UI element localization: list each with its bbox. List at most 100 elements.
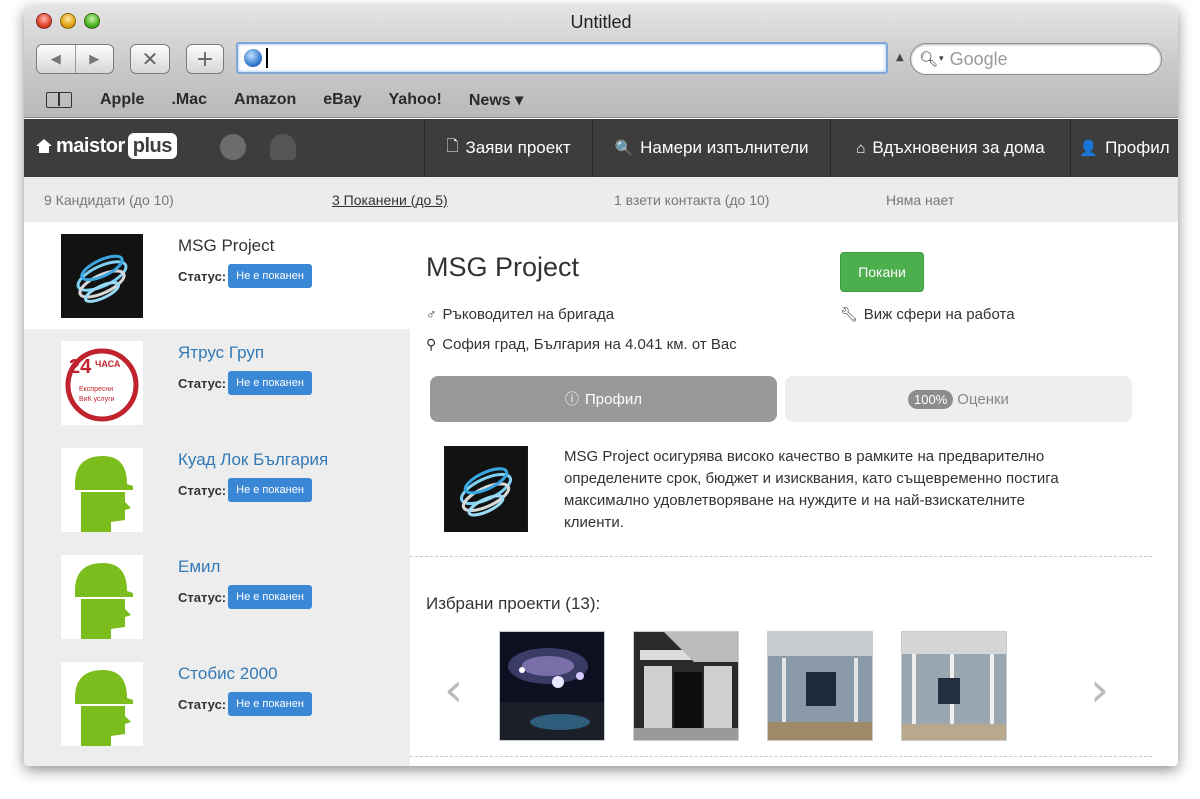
candidate-name[interactable]: Куад Лок България: [178, 450, 328, 470]
ratings-percent-badge: 100%: [908, 389, 954, 409]
nav-profile[interactable]: 👤 Профил: [1070, 119, 1178, 177]
candidate-item[interactable]: MSG Project Статус: Не е поканен: [24, 222, 410, 329]
site-navbar: maistor plus 🗋 Заяви проект 🔍 Намери изп…: [24, 119, 1178, 177]
candidate-item[interactable]: 24 ЧАСА Експресни ВиК услуги Ятрус Груп …: [24, 329, 410, 436]
worker-placeholder-icon: [61, 555, 143, 639]
project-thumbnail[interactable]: [767, 631, 873, 741]
candidate-list: MSG Project Статус: Не е поканен 24 ЧАСА…: [24, 222, 410, 766]
candidate-name[interactable]: MSG Project: [178, 236, 274, 256]
invite-button[interactable]: Покани: [840, 252, 924, 292]
bookmark-news[interactable]: News ▾: [469, 90, 523, 110]
address-bar[interactable]: [236, 42, 888, 74]
project-photo-1: [500, 632, 604, 740]
spheres-text: Виж сфери на работа: [863, 306, 1015, 323]
stat-invited[interactable]: 3 Поканени (до 5): [332, 192, 448, 208]
globe-icon: [244, 49, 262, 67]
browser-window: Untitled ◀ ▶ ✕ + ▲ 🔍︎ ▾ Google Apple .Ma…: [24, 6, 1178, 766]
project-thumbnail[interactable]: [499, 631, 605, 741]
search-menu-icon[interactable]: ▾: [939, 54, 944, 64]
nav-label: Вдъхновения за дома: [872, 138, 1045, 157]
candidate-status: Статус: Не е поканен: [178, 692, 312, 716]
worker-placeholder-icon: [61, 448, 143, 532]
role-text: Ръководител на бригада: [442, 306, 615, 323]
candidate-item[interactable]: Емил Статус: Не е поканен: [24, 543, 410, 650]
stop-button[interactable]: ✕: [130, 44, 170, 74]
worker-placeholder-icon: [61, 662, 143, 746]
candidate-status: Статус: Не е поканен: [178, 371, 312, 395]
status-label: Статус:: [178, 375, 227, 391]
description-logo: [444, 446, 528, 532]
logo24-number: 24: [69, 356, 92, 378]
add-bookmark-button[interactable]: +: [186, 44, 224, 74]
project-thumbnail[interactable]: [901, 631, 1007, 741]
nav-label: Профил: [1105, 138, 1170, 157]
forward-button[interactable]: ▶: [76, 52, 114, 67]
logo24-word: ЧАСА: [95, 359, 121, 369]
candidate-logo: [61, 662, 143, 746]
bookmark-mac[interactable]: .Mac: [171, 91, 207, 109]
projects-title: Избрани проекти (13):: [426, 594, 601, 613]
male-icon: ♂: [426, 306, 437, 322]
status-label: Статус:: [178, 268, 227, 284]
search-placeholder: Google: [949, 48, 1008, 69]
candidate-name[interactable]: Емил: [178, 557, 220, 577]
nav-post-project[interactable]: 🗋 Заяви проект: [424, 119, 592, 177]
project-thumbnail[interactable]: [633, 631, 739, 741]
candidate-logo: 24 ЧАСА Експресни ВиК услуги: [61, 341, 143, 425]
candidate-item[interactable]: Стобис 2000 Статус: Не е поканен: [24, 650, 410, 757]
detail-location: ⚲ София град, България на 4.041 км. от Ва…: [426, 336, 737, 353]
stat-contacts[interactable]: 1 взети контакта (до 10): [614, 192, 769, 208]
search-field[interactable]: 🔍︎ ▾ Google: [910, 43, 1162, 75]
nav-home-inspiration[interactable]: ⌂ Вдъхновения за дома: [830, 119, 1070, 177]
snapback-arrow-icon[interactable]: ▲: [896, 52, 904, 63]
back-button[interactable]: ◀: [37, 52, 75, 67]
site-logo[interactable]: maistor plus: [36, 133, 177, 159]
candidate-item[interactable]: Куад Лок България Статус: Не е поканен: [24, 436, 410, 543]
divider: [410, 756, 1152, 757]
carousel-next-arrow[interactable]: ›: [1090, 666, 1109, 714]
bookmarks-book-icon[interactable]: [46, 92, 72, 108]
tab-profile[interactable]: ⓘ Профил: [430, 376, 777, 422]
bookmark-ebay[interactable]: eBay: [323, 91, 361, 109]
nav-find-contractors[interactable]: 🔍 Намери изпълнители: [592, 119, 830, 177]
24h-logo-icon: 24 ЧАСА Експресни ВиК услуги: [61, 341, 143, 425]
status-badge: Не е поканен: [228, 264, 312, 288]
candidate-detail: MSG Project Покани ♂ Ръководител на брига…: [410, 222, 1152, 766]
status-badge: Не е поканен: [228, 478, 312, 502]
candidate-status: Статус: Не е поканен: [178, 585, 312, 609]
nav-label: Заяви проект: [465, 138, 571, 157]
candidate-logo: [61, 234, 143, 318]
candidate-name[interactable]: Стобис 2000: [178, 664, 278, 684]
project-photo-3: [768, 632, 872, 740]
location-text: София град, България на 4.041 км. от Вас: [442, 336, 737, 353]
client-icon[interactable]: [220, 134, 246, 160]
worker-helmet-icon[interactable]: [270, 134, 296, 160]
detail-role: ♂ Ръководител на бригада: [426, 306, 614, 323]
status-label: Статус:: [178, 589, 227, 605]
candidate-status: Статус: Не е поканен: [178, 478, 312, 502]
wrench-icon: 🔧︎: [840, 306, 858, 322]
back-forward-buttons: ◀ ▶: [36, 44, 114, 74]
stats-bar: 9 Кандидати (до 10) 3 Поканени (до 5) 1 …: [24, 177, 1178, 222]
text-cursor: [266, 48, 268, 68]
search-icon: 🔍︎: [919, 50, 939, 68]
stat-hired[interactable]: Няма нает: [886, 192, 954, 208]
carousel-prev-arrow[interactable]: ‹: [444, 666, 463, 714]
tab-ratings[interactable]: 100% Оценки: [785, 376, 1132, 422]
logo-text: maistor: [56, 134, 125, 157]
info-icon: ⓘ: [565, 391, 580, 407]
tab-profile-label: Профил: [585, 390, 642, 408]
nav-label: Намери изпълнители: [640, 138, 809, 157]
stat-candidates[interactable]: 9 Кандидати (до 10): [44, 192, 174, 208]
user-icon: 👤: [1079, 140, 1099, 157]
view-spheres-link[interactable]: 🔧︎ Виж сфери на работа: [840, 306, 1015, 323]
bookmark-apple[interactable]: Apple: [100, 91, 144, 109]
window-title: Untitled: [570, 12, 632, 32]
divider: [410, 556, 1152, 557]
bookmark-amazon[interactable]: Amazon: [234, 91, 296, 109]
main-menu: 🗋 Заяви проект 🔍 Намери изпълнители ⌂ Вд…: [424, 119, 1178, 177]
browser-toolbar: Untitled ◀ ▶ ✕ + ▲ 🔍︎ ▾ Google Apple .Ma…: [24, 6, 1178, 118]
status-badge: Не е поканен: [228, 585, 312, 609]
bookmark-yahoo[interactable]: Yahoo!: [389, 91, 442, 109]
candidate-name[interactable]: Ятрус Груп: [178, 343, 264, 363]
